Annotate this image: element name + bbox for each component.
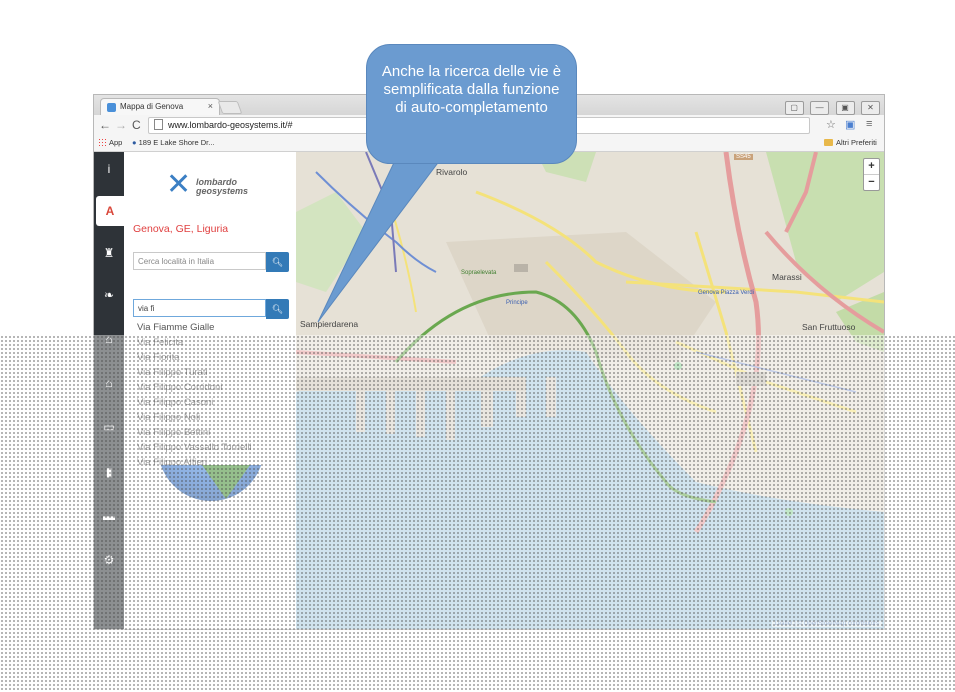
bookmark-item[interactable]: ● 189 E Lake Shore Dr... <box>132 138 215 147</box>
browser-tab[interactable]: Mappa di Genova × <box>100 98 220 116</box>
map-label-piazza-verdi: Genova Piazza Verdi <box>698 290 755 296</box>
map-tiles <box>296 152 884 629</box>
close-window-button[interactable]: ✕ <box>861 101 880 115</box>
bookmark-item-label: 189 E Lake Shore Dr... <box>138 138 215 147</box>
map-label-principe: Principe <box>506 300 528 306</box>
map-label-marassi: Marassi <box>772 272 802 282</box>
suggestion-item[interactable]: Via Fiamme Gialle <box>133 320 288 335</box>
reload-icon[interactable]: C <box>132 118 141 132</box>
menu-icon[interactable]: ≡ <box>866 118 872 130</box>
suggestion-item[interactable]: Via Filippo Turati <box>133 365 288 380</box>
location-title: Genova, GE, Liguria <box>133 223 229 235</box>
suggestion-item[interactable]: Via Filippo Corridoni <box>133 380 288 395</box>
street-search-input[interactable] <box>133 299 266 317</box>
street-search: 🔍︎ <box>133 299 291 319</box>
apps-grid-icon <box>98 138 106 146</box>
bookmark-apps[interactable]: App <box>98 138 122 147</box>
map-view[interactable]: Rivarolo Sampierdarena Marassi San Frutt… <box>296 152 884 629</box>
logo: ✕ lombardo geosystems <box>166 170 266 204</box>
bag-icon[interactable]: ⌂ <box>94 324 124 354</box>
suggestion-item[interactable]: Via Felicita <box>133 335 288 350</box>
back-arrow-icon[interactable]: ← <box>99 118 111 132</box>
search-panel: ✕ lombardo geosystems Genova, GE, Liguria… <box>124 152 296 629</box>
chess-icon[interactable]: ♜ <box>94 238 124 268</box>
suggestion-item[interactable]: Via Filippo Bettini <box>133 425 288 440</box>
map-label-sampierdarena: Sampierdarena <box>300 319 359 329</box>
bookmark-other[interactable]: Altri Preferiti <box>824 138 877 147</box>
locality-search: 🔍︎ <box>133 252 291 272</box>
info-icon[interactable]: i <box>94 154 124 184</box>
user-icon[interactable]: ▢ <box>784 101 804 115</box>
browser-window: Mappa di Genova × ▢ — ▣ ✕ ← → C www.lomb… <box>93 94 885 630</box>
bookmark-apps-label: App <box>109 138 123 147</box>
logo-mark-icon: ✕ <box>166 168 192 201</box>
map-label-san-fruttuoso: San Fruttuoso <box>802 322 856 332</box>
star-icon[interactable]: ☆ <box>826 118 836 131</box>
globe-logo <box>158 465 264 501</box>
bus-icon[interactable]: ▭ <box>94 412 124 442</box>
logo-line2: geosystems <box>196 186 249 196</box>
zoom-in-button[interactable]: + <box>864 159 879 174</box>
forward-arrow-icon[interactable]: → <box>115 118 127 132</box>
tab-close-icon[interactable]: × <box>208 101 213 111</box>
callout-bubble: Anche la ricerca delle vie è semplificat… <box>366 44 577 164</box>
window-controls: ▢ — ▣ ✕ <box>783 97 880 115</box>
favicon-icon <box>107 103 116 112</box>
street-search-button[interactable]: 🔍︎ <box>266 299 289 319</box>
map-road-shield: SS45 <box>734 154 753 160</box>
bookmark-other-label: Altri Preferiti <box>836 138 877 147</box>
autocomplete-list: Via Fiamme Gialle Via Felicita Via Fiori… <box>133 320 288 470</box>
search-icon: 🔍︎ <box>271 257 284 267</box>
callout-text: Anche la ricerca delle vie è semplificat… <box>381 63 562 116</box>
locality-search-input[interactable] <box>133 252 266 270</box>
translate-icon[interactable]: ▣ <box>845 118 855 131</box>
new-tab-button[interactable] <box>217 101 243 114</box>
settings-icon[interactable]: ⚙ <box>94 545 124 575</box>
suggestion-item[interactable]: Via Filippo Casoni <box>133 395 288 410</box>
locality-search-button[interactable]: 🔍︎ <box>266 252 289 272</box>
zoom-control: + − <box>863 158 880 191</box>
briefcase-icon[interactable]: ▬ <box>94 501 124 531</box>
suggestion-item[interactable]: Via Fiorita <box>133 350 288 365</box>
zoom-out-button[interactable]: − <box>864 174 879 190</box>
leaf-icon[interactable]: ❧ <box>94 280 124 310</box>
map-label-sopraelevata: Sopraelevata <box>461 270 497 276</box>
tab-title: Mappa di Genova <box>120 102 184 111</box>
url-text: www.lombardo-geosystems.it/# <box>168 120 293 130</box>
page-icon <box>154 119 163 130</box>
search-icon: 🔍︎ <box>271 304 284 314</box>
map-label-rivarolo: Rivarolo <box>436 167 468 177</box>
minimize-button[interactable]: — <box>810 101 830 115</box>
suggestion-item[interactable]: Via Filippo Noli <box>133 410 288 425</box>
bookmark-globe-icon: ● <box>132 138 139 147</box>
book-icon[interactable]: ▮ <box>94 457 124 487</box>
map-attribution[interactable]: Leaflet | © OpenStreetMap contributors <box>771 621 882 627</box>
road-icon[interactable]: A <box>96 196 124 226</box>
home-icon[interactable]: ⌂ <box>94 368 124 398</box>
maximize-button[interactable]: ▣ <box>835 101 855 115</box>
page-content: i A ♜ ❧ ⌂ ⌂ ▭ ▮ ▬ ⚙ ✕ lombardo geosystems… <box>94 152 884 629</box>
suggestion-item[interactable]: Via Filippo Vassallo Torrielli <box>133 440 288 455</box>
icon-sidebar: i A ♜ ❧ ⌂ ⌂ ▭ ▮ ▬ ⚙ <box>94 152 124 629</box>
folder-icon <box>824 139 833 146</box>
